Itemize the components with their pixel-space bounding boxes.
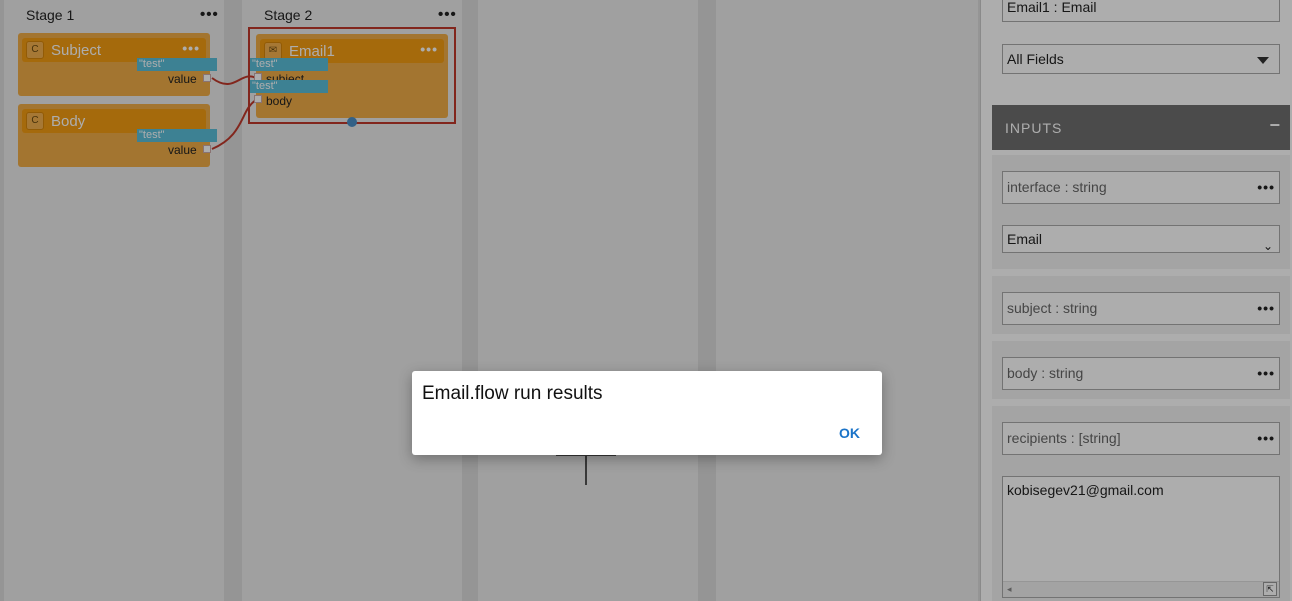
ok-button[interactable]: OK (839, 425, 860, 441)
run-results-dialog: Email.flow run results OK (412, 371, 882, 455)
dialog-title: Email.flow run results (422, 383, 603, 404)
modal-backdrop (0, 0, 1292, 601)
